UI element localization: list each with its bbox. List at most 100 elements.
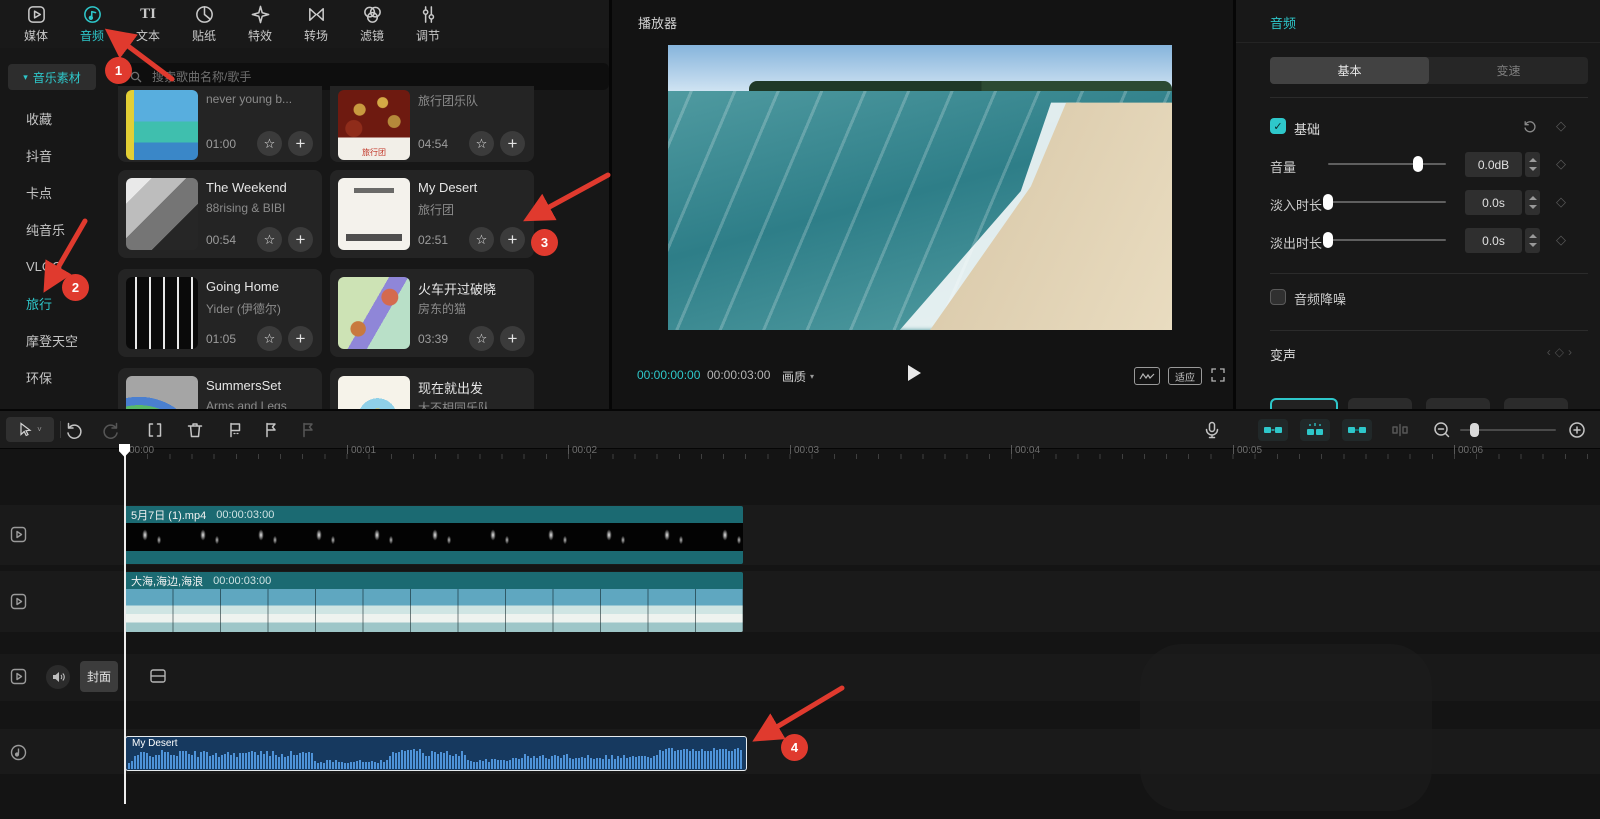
track-height-button[interactable] bbox=[1390, 420, 1410, 440]
timeline-zoom-thumb[interactable] bbox=[1470, 423, 1479, 437]
preview-axis-toggle-on[interactable] bbox=[1342, 419, 1372, 441]
undo-button[interactable] bbox=[64, 420, 84, 440]
tab-text[interactable]: TI 文本 bbox=[120, 4, 176, 44]
voice-preset-card[interactable] bbox=[1504, 398, 1568, 409]
fade-out-slider-thumb[interactable] bbox=[1323, 232, 1333, 248]
tab-sticker[interactable]: 贴纸 bbox=[176, 4, 232, 44]
favorite-button[interactable]: ☆ bbox=[257, 227, 282, 252]
fade-in-slider-thumb[interactable] bbox=[1323, 194, 1333, 210]
tab-filters[interactable]: 滤镜 bbox=[344, 4, 400, 44]
video-track-icon[interactable] bbox=[10, 668, 27, 685]
sidebar-item-favorites[interactable]: 收藏 bbox=[0, 100, 108, 137]
song-card-my-desert[interactable]: My Desert 旅行团 02:51 ☆ + bbox=[330, 170, 534, 258]
reset-button[interactable] bbox=[1522, 118, 1538, 134]
voice-preset-card[interactable] bbox=[1426, 398, 1490, 409]
fade-in-slider[interactable] bbox=[1328, 201, 1446, 203]
tab-effects[interactable]: 特效 bbox=[232, 4, 288, 44]
song-card[interactable]: SummersSet Arms and Legs bbox=[118, 368, 322, 409]
audio-clip-my-desert[interactable]: My Desert bbox=[125, 736, 747, 771]
record-voiceover-button[interactable] bbox=[1202, 420, 1222, 440]
fade-out-value[interactable]: 0.0s bbox=[1465, 228, 1522, 253]
song-card[interactable]: 火车开过破晓 房东的猫 03:39 ☆ + bbox=[330, 269, 534, 357]
ocean-video-clip[interactable]: 大海,海边,海浪 00:00:03:00 bbox=[125, 572, 743, 632]
favorite-button[interactable]: ☆ bbox=[469, 227, 494, 252]
volume-slider-thumb[interactable] bbox=[1413, 156, 1423, 172]
tab-audio[interactable]: 音频 bbox=[64, 4, 120, 44]
tab-adjust[interactable]: 调节 bbox=[400, 4, 456, 44]
transition-icon bbox=[308, 8, 324, 21]
tab-transitions[interactable]: 转场 bbox=[288, 4, 344, 44]
favorite-button[interactable]: ☆ bbox=[469, 131, 494, 156]
song-title: 火车开过破晓 bbox=[418, 282, 497, 297]
voice-preset-card[interactable] bbox=[1348, 398, 1412, 409]
voice-change-label: 变声 bbox=[1270, 348, 1297, 363]
song-card[interactable]: 旅行团 旅行团乐队 04:54 ☆ + bbox=[330, 86, 534, 162]
fade-out-slider[interactable] bbox=[1328, 239, 1446, 241]
keyframe-diamond-icon[interactable]: ◇ bbox=[1556, 194, 1566, 210]
favorite-button[interactable]: ☆ bbox=[469, 326, 494, 351]
caret-down-icon: ▾ bbox=[810, 372, 815, 381]
audio-meter-toggle[interactable] bbox=[1134, 367, 1160, 385]
favorite-button[interactable]: ☆ bbox=[257, 131, 282, 156]
mute-track-icon[interactable] bbox=[46, 665, 70, 689]
redo-button[interactable] bbox=[101, 420, 121, 440]
add-to-track-button[interactable]: + bbox=[500, 131, 525, 156]
song-card[interactable]: never young b... 01:00 ☆ + bbox=[118, 86, 322, 162]
audio-track-icon[interactable] bbox=[10, 744, 27, 761]
sidebar-item-travel[interactable]: 旅行 bbox=[0, 285, 108, 322]
search-input[interactable] bbox=[150, 68, 554, 85]
select-tool-button[interactable]: ˅ bbox=[6, 417, 54, 442]
add-to-track-button[interactable]: + bbox=[288, 326, 313, 351]
add-to-track-button[interactable]: + bbox=[500, 227, 525, 252]
zoom-out-button[interactable] bbox=[1432, 420, 1452, 440]
fullscreen-icon[interactable] bbox=[1210, 367, 1226, 383]
freeze-frame-button[interactable] bbox=[225, 420, 245, 440]
video-track-icon[interactable] bbox=[10, 526, 27, 543]
sidebar-item-vlog[interactable]: VLOG bbox=[0, 248, 108, 285]
voice-preset-card[interactable] bbox=[1270, 398, 1338, 409]
song-card[interactable]: The Weekend 88rising & BIBI 00:54 ☆ + bbox=[118, 170, 322, 258]
fade-out-stepper[interactable] bbox=[1525, 228, 1540, 253]
category-music-material[interactable]: ▾ 音乐素材 bbox=[8, 64, 96, 90]
cover-button[interactable]: 封面 bbox=[80, 661, 118, 692]
sidebar-item-beat[interactable]: 卡点 bbox=[0, 174, 108, 211]
basic-section-checkbox[interactable]: ✓ bbox=[1270, 118, 1286, 134]
flag-disabled-button[interactable] bbox=[298, 420, 318, 440]
fit-button[interactable]: 适应 bbox=[1168, 367, 1202, 385]
tab-basic[interactable]: 基本 bbox=[1270, 57, 1429, 84]
song-card[interactable]: Going Home Yider (伊德尔) 01:05 ☆ + bbox=[118, 269, 322, 357]
add-to-track-button[interactable]: + bbox=[288, 227, 313, 252]
quality-dropdown[interactable]: 画质 ▾ bbox=[782, 368, 814, 385]
playhead[interactable] bbox=[124, 444, 126, 804]
video-track-icon[interactable] bbox=[10, 593, 27, 610]
keyframe-diamond-icon[interactable]: ◇ bbox=[1556, 232, 1566, 248]
volume-stepper[interactable] bbox=[1525, 152, 1540, 177]
voice-change-controls[interactable]: ‹◇› bbox=[1547, 345, 1576, 359]
tab-media[interactable]: 媒体 bbox=[8, 4, 64, 44]
play-button[interactable] bbox=[908, 365, 921, 381]
sidebar-item-douyin[interactable]: 抖音 bbox=[0, 137, 108, 174]
linkage-toggle-on[interactable] bbox=[1300, 419, 1330, 441]
text-video-clip[interactable]: 5月7日 (1).mp4 00:00:03:00 bbox=[125, 506, 743, 564]
keyframe-diamond-icon[interactable]: ◇ bbox=[1556, 118, 1566, 134]
volume-slider[interactable] bbox=[1328, 163, 1446, 165]
sidebar-item-pure-music[interactable]: 纯音乐 bbox=[0, 211, 108, 248]
volume-value[interactable]: 0.0dB bbox=[1465, 152, 1522, 177]
set-cover-icon[interactable] bbox=[149, 667, 167, 685]
split-button[interactable] bbox=[145, 420, 165, 440]
sidebar-item-eco[interactable]: 环保 bbox=[0, 359, 108, 396]
song-card[interactable]: 现在就出发 大不相同乐队 bbox=[330, 368, 534, 409]
snap-toggle-on[interactable] bbox=[1258, 419, 1288, 441]
tab-speed[interactable]: 变速 bbox=[1429, 57, 1588, 84]
mark-flag-button[interactable] bbox=[261, 420, 281, 440]
sidebar-item-modern-sky[interactable]: 摩登天空 bbox=[0, 322, 108, 359]
denoise-checkbox[interactable] bbox=[1270, 289, 1286, 305]
fade-in-value[interactable]: 0.0s bbox=[1465, 190, 1522, 215]
fade-in-stepper[interactable] bbox=[1525, 190, 1540, 215]
add-to-track-button[interactable]: + bbox=[288, 131, 313, 156]
delete-button[interactable] bbox=[185, 420, 205, 440]
zoom-in-button[interactable] bbox=[1567, 420, 1587, 440]
favorite-button[interactable]: ☆ bbox=[257, 326, 282, 351]
add-to-track-button[interactable]: + bbox=[500, 326, 525, 351]
keyframe-diamond-icon[interactable]: ◇ bbox=[1556, 156, 1566, 172]
